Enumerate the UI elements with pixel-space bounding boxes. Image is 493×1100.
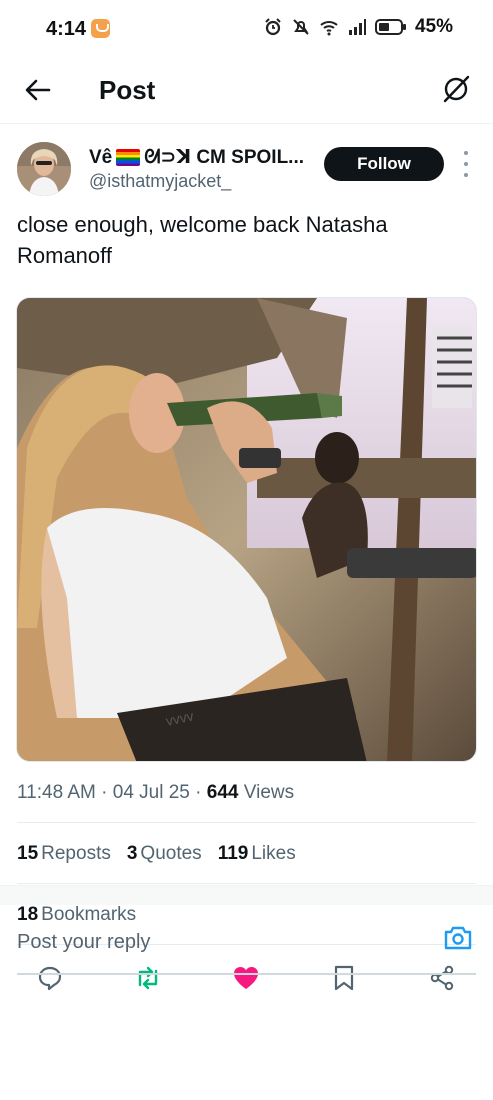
engagement-stats: 15 Reposts 3 Quotes 119 Likes xyxy=(17,843,296,865)
author-first-name: Vê xyxy=(89,146,113,168)
page-title: Post xyxy=(99,75,156,105)
reposts-label: Reposts xyxy=(41,843,111,864)
avatar-image xyxy=(17,142,71,196)
battery-icon xyxy=(374,19,406,35)
post-date: 04 Jul 25 xyxy=(112,782,190,803)
reply-underline xyxy=(17,973,476,975)
views-count: 644 xyxy=(206,782,239,803)
signal-icon xyxy=(348,19,366,35)
rainbow-flag-icon xyxy=(116,149,141,166)
quotes-stat[interactable]: 3 Quotes xyxy=(127,843,202,865)
grok-icon xyxy=(443,75,470,103)
likes-count: 119 xyxy=(217,843,249,864)
divider xyxy=(17,883,476,884)
notification-badge-icon xyxy=(91,19,110,38)
dot-icon xyxy=(464,162,468,166)
status-time: 4:14 xyxy=(46,18,87,40)
author-name[interactable]: Vê ᘛ⊃ꓘ CM SPOIL... xyxy=(89,146,304,169)
post-time: 11:48 AM xyxy=(17,782,96,803)
reply-bar xyxy=(0,905,493,975)
likes-label: Likes xyxy=(251,843,296,864)
camera-icon xyxy=(444,926,472,950)
follow-button[interactable]: Follow xyxy=(324,147,444,181)
battery-percent: 45% xyxy=(414,16,453,37)
camera-button[interactable] xyxy=(441,921,475,955)
quotes-count: 3 xyxy=(126,843,138,864)
section-separator xyxy=(0,885,493,905)
wifi-icon xyxy=(320,21,338,36)
arrow-left-icon xyxy=(25,79,51,101)
divider xyxy=(17,822,476,823)
quotes-label: Quotes xyxy=(140,843,202,864)
likes-stat[interactable]: 119 Likes xyxy=(218,843,296,865)
reply-input[interactable] xyxy=(17,931,417,954)
status-bar: 4:14 45% xyxy=(0,0,493,58)
post-text: close enough, welcome back Natasha Roman… xyxy=(17,212,388,268)
author-handle[interactable]: @isthatmyjacket_ xyxy=(89,171,231,192)
post-meta: 11:48 AM · 04 Jul 25 · 644 Views xyxy=(17,782,295,803)
dot-icon xyxy=(464,151,468,155)
views-label: Views xyxy=(243,782,295,803)
grok-button[interactable] xyxy=(437,70,475,108)
post-photo: vvvv xyxy=(17,298,476,761)
more-options-button[interactable] xyxy=(456,151,476,177)
dot-icon xyxy=(464,173,468,177)
reposts-count: 15 xyxy=(17,843,39,864)
post-media[interactable]: vvvv xyxy=(16,297,477,762)
author-name-suffix: ᘛ⊃ꓘ CM SPOIL... xyxy=(144,147,305,168)
avatar[interactable] xyxy=(17,142,71,196)
reposts-stat[interactable]: 15 Reposts xyxy=(17,843,111,865)
alarm-icon xyxy=(265,18,281,36)
back-button[interactable] xyxy=(20,72,56,108)
mute-icon xyxy=(293,19,309,35)
app-bar: Post xyxy=(0,58,493,124)
status-icons: 45% xyxy=(263,16,453,38)
